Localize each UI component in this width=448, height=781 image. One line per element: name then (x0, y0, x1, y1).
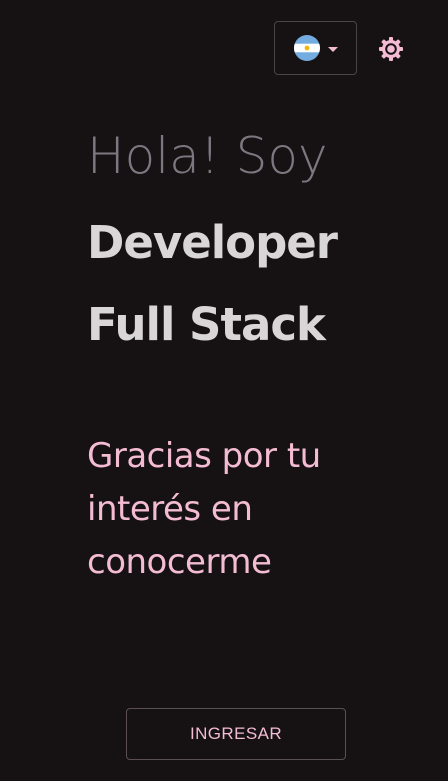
role-title: Developer Full Stack (87, 202, 427, 366)
thanks-line-3: conocerme (87, 542, 272, 582)
thanks-line-2: interés en (87, 489, 253, 529)
landing-page: Hola! Soy Developer Full Stack Gracias p… (0, 0, 448, 781)
thanks-line-1: Gracias por tu (87, 436, 321, 476)
thanks-message: Gracias por tu interés en conocerme (87, 430, 387, 589)
enter-button[interactable]: INGRESAR (126, 708, 346, 760)
theme-toggle-button[interactable] (375, 33, 407, 65)
role-line-1: Developer (87, 216, 338, 269)
hero-section: Hola! Soy Developer Full Stack (87, 122, 427, 366)
caret-down-icon (327, 46, 338, 52)
sun-gear-icon (379, 37, 403, 61)
argentina-flag-icon (293, 35, 320, 61)
greeting-text: Hola! Soy (87, 127, 328, 185)
role-line-2: Full Stack (87, 298, 326, 351)
language-selector-button[interactable] (274, 21, 357, 75)
